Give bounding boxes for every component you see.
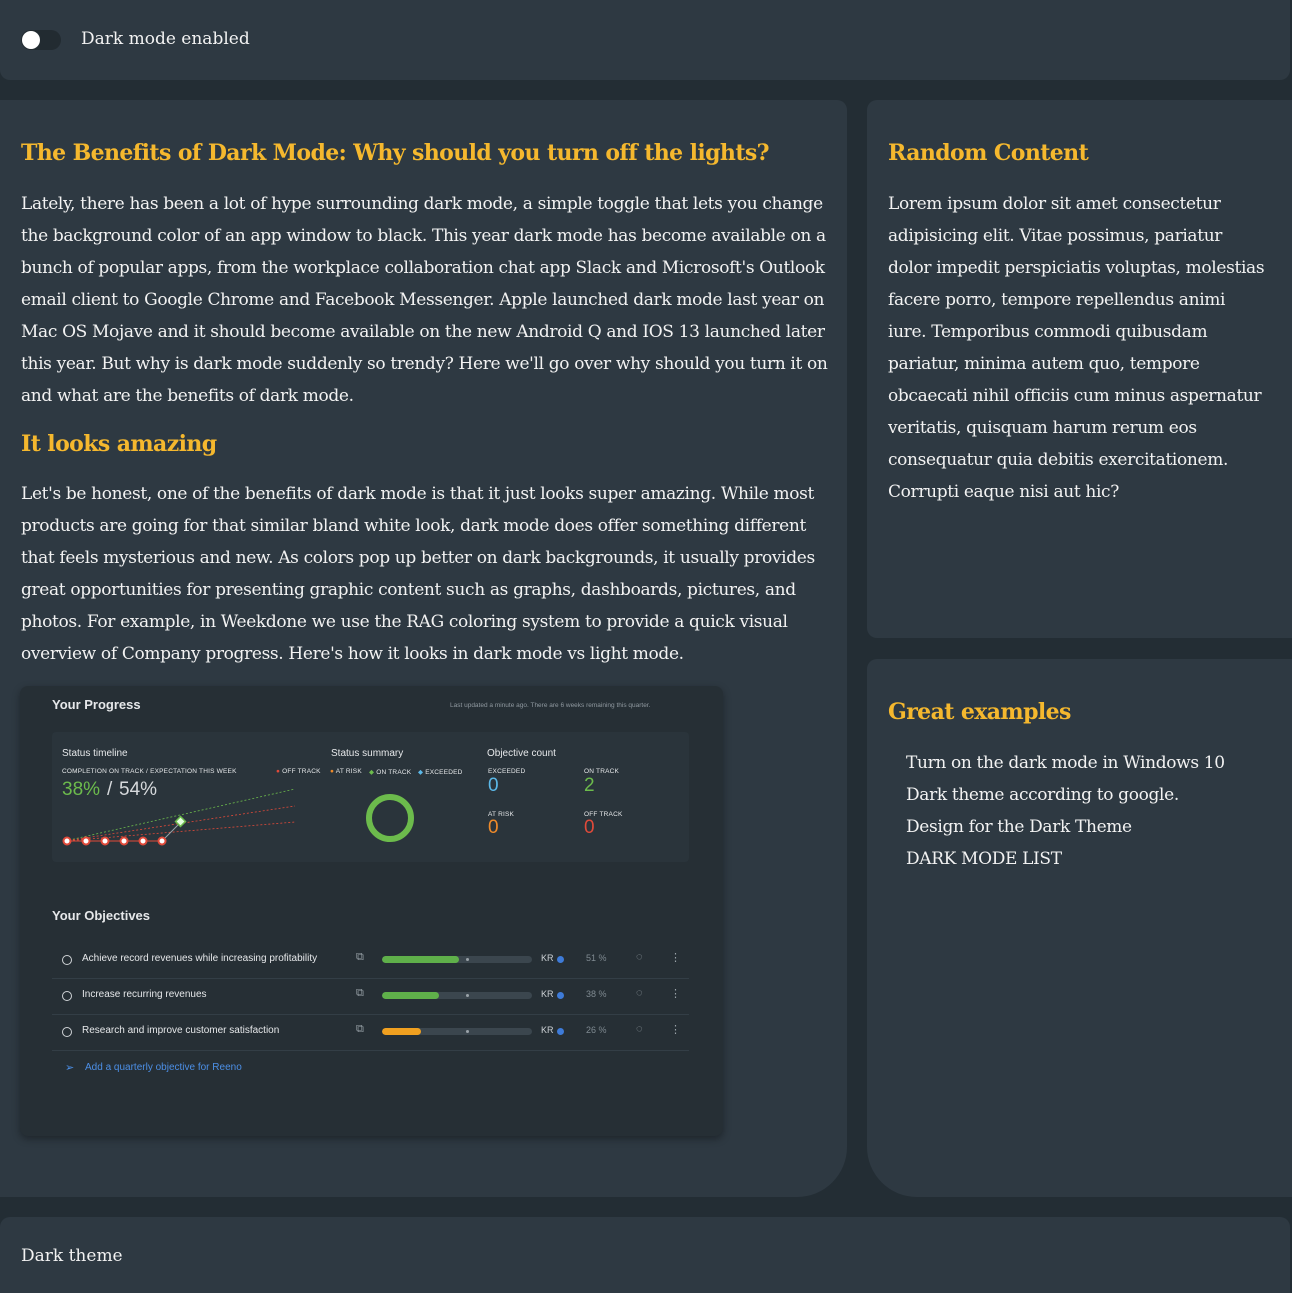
article-title: The Benefits of Dark Mode: Why should yo…: [21, 140, 770, 166]
more-icon[interactable]: ⋮: [670, 987, 681, 1000]
great-examples-panel: Great examples Turn on the dark mode in …: [867, 659, 1292, 1197]
progress-fill: [382, 992, 439, 999]
summary-label: Status summary: [331, 748, 404, 759]
objective-row[interactable]: Achieve record revenues while increasing…: [52, 942, 689, 979]
random-content-title: Random Content: [888, 140, 1089, 166]
comment-icon[interactable]: ◌: [636, 1023, 643, 1035]
progress-fill: [382, 956, 459, 963]
objectives-title: Your Objectives: [52, 908, 151, 923]
example-link[interactable]: DARK MODE LIST: [906, 843, 1225, 875]
article-subtitle: It looks amazing: [21, 431, 217, 457]
toggle-label: Dark mode enabled: [81, 29, 250, 49]
toggle-knob: [22, 31, 40, 49]
article-intro: Lately, there has been a lot of hype sur…: [21, 194, 828, 406]
more-icon[interactable]: ⋮: [670, 951, 681, 964]
example-link[interactable]: Design for the Dark Theme: [906, 811, 1225, 843]
objective-progress-bar: [382, 1028, 532, 1035]
objective-name: Research and improve customer satisfacti…: [82, 1025, 280, 1036]
kr-label[interactable]: KR: [541, 989, 554, 999]
comment-icon[interactable]: ◌: [636, 951, 643, 963]
article-body: Let's be honest, one of the benefits of …: [21, 484, 815, 664]
count-exceeded-value: 0: [488, 775, 499, 796]
external-link-icon[interactable]: ⧉: [356, 951, 364, 964]
objective-checkbox[interactable]: [62, 955, 72, 965]
random-content-panel: Random Content Lorem ipsum dolor sit ame…: [867, 100, 1292, 638]
timeline-sub: COMPLETION ON TRACK / EXPECTATION THIS W…: [62, 768, 237, 775]
legend-at-risk: ● AT RISK: [330, 768, 362, 775]
objective-progress-bar: [382, 956, 532, 963]
send-icon[interactable]: ➢: [65, 1061, 74, 1074]
footer: Dark theme: [0, 1217, 1290, 1293]
objective-percent: 51 %: [586, 953, 607, 963]
count-on-track-label: ON TRACK: [584, 768, 620, 775]
add-objective-link[interactable]: Add a quarterly objective for Reeno: [85, 1062, 242, 1073]
top-bar: Dark mode enabled: [0, 0, 1290, 80]
dashboard-title: Your Progress: [52, 697, 141, 712]
kr-label[interactable]: KR: [541, 1025, 554, 1035]
dark-mode-toggle[interactable]: [21, 30, 61, 50]
count-on-track-value: 2: [584, 775, 595, 796]
kr-badge: [557, 992, 564, 999]
more-icon[interactable]: ⋮: [670, 1023, 681, 1036]
progress-panel: Status timeline COMPLETION ON TRACK / EX…: [52, 732, 689, 862]
count-label: Objective count: [487, 748, 556, 759]
objective-percent: 38 %: [586, 989, 607, 999]
expectation-marker: [466, 1030, 469, 1033]
footer-text: Dark theme: [21, 1246, 123, 1266]
count-off-track-value: 0: [584, 817, 595, 838]
comment-icon[interactable]: ◌: [636, 987, 643, 999]
objective-checkbox[interactable]: [62, 1027, 72, 1037]
legend-exceeded: ◆ EXCEEDED: [418, 769, 463, 776]
objective-name: Increase recurring revenues: [82, 989, 207, 1000]
main-article: The Benefits of Dark Mode: Why should yo…: [0, 100, 847, 1197]
objective-row[interactable]: Research and improve customer satisfacti…: [52, 1014, 689, 1051]
external-link-icon[interactable]: ⧉: [356, 1023, 364, 1036]
status-donut: [366, 794, 414, 842]
example-link[interactable]: Turn on the dark mode in Windows 10: [906, 747, 1225, 779]
kr-badge: [557, 1028, 564, 1035]
objective-percent: 26 %: [586, 1025, 607, 1035]
kr-badge: [557, 956, 564, 963]
progress-fill: [382, 1028, 421, 1035]
objective-checkbox[interactable]: [62, 991, 72, 1001]
objective-name: Achieve record revenues while increasing…: [82, 953, 318, 964]
objective-row[interactable]: Increase recurring revenues ⧉ KR 38 % ◌ …: [52, 978, 689, 1015]
expectation-marker: [466, 958, 469, 961]
random-content-text: Lorem ipsum dolor sit amet consectetur a…: [888, 194, 1265, 502]
count-at-risk-value: 0: [488, 817, 499, 838]
examples-list: Turn on the dark mode in Windows 10 Dark…: [906, 747, 1225, 875]
great-examples-title: Great examples: [888, 699, 1071, 725]
dashboard-updated: Last updated a minute ago. There are 6 w…: [450, 702, 651, 709]
objective-progress-bar: [382, 992, 532, 999]
legend-off-track: ● OFF TRACK: [276, 768, 321, 775]
timeline-chart: [62, 788, 296, 846]
kr-label[interactable]: KR: [541, 953, 554, 963]
expectation-marker: [466, 994, 469, 997]
count-exceeded-label: EXCEEDED: [488, 768, 526, 775]
legend-on-track: ◆ ON TRACK: [369, 769, 412, 776]
timeline-label: Status timeline: [62, 748, 128, 759]
example-link[interactable]: Dark theme according to google.: [906, 779, 1225, 811]
dashboard-image: Your Progress Last updated a minute ago.…: [20, 686, 723, 1136]
external-link-icon[interactable]: ⧉: [356, 987, 364, 1000]
